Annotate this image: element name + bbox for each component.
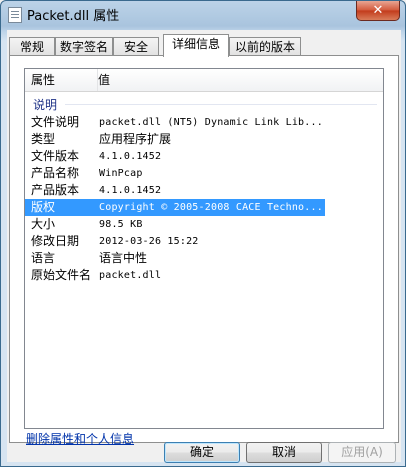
property-name: 类型 [31, 132, 56, 146]
tab-previous-versions[interactable]: 以前的版本 [229, 37, 301, 56]
list-row[interactable]: 修改日期 2012-03-26 15:22 [25, 233, 325, 250]
close-icon: ✕ [372, 3, 384, 18]
list-row[interactable]: 产品名称 WinPcap [25, 165, 325, 182]
ok-button[interactable]: 确定 [164, 442, 240, 463]
property-value: Copyright © 2005-2008 CACE Techno... [99, 202, 321, 213]
property-value: 语言中性 [99, 251, 148, 265]
cancel-button[interactable]: 取消 [246, 442, 322, 463]
list-row[interactable]: 原始文件名 packet.dll [25, 267, 325, 284]
title-bar[interactable]: Packet.dll 属性 ✕ [1, 1, 405, 29]
property-name: 产品版本 [31, 183, 80, 197]
details-list[interactable]: 属性 值 说明 文件说明 packet.dll (NT5) Dynamic Li… [24, 68, 384, 429]
property-value: 98.5 KB [99, 219, 143, 230]
list-row[interactable]: 类型 应用程序扩展 [25, 131, 325, 148]
list-header: 属性 值 [25, 69, 383, 92]
property-name: 大小 [31, 217, 56, 231]
tab-general[interactable]: 常规 [9, 37, 55, 56]
close-button[interactable]: ✕ [356, 1, 400, 21]
dialog-client: 常规 数字签名 安全 详细信息 以前的版本 属性 值 说明 文件说明 packe… [7, 30, 401, 463]
list-row-selected[interactable]: 版权 Copyright © 2005-2008 CACE Techno... [25, 199, 325, 216]
property-name: 文件说明 [31, 115, 80, 129]
tab-details[interactable]: 详细信息 [163, 34, 229, 57]
property-name: 版权 [31, 200, 56, 214]
list-row[interactable]: 产品版本 4.1.0.1452 [25, 182, 325, 199]
window-title: Packet.dll 属性 [27, 9, 120, 24]
details-panel: 属性 值 说明 文件说明 packet.dll (NT5) Dynamic Li… [9, 55, 399, 446]
group-header-description: 说明 [33, 98, 58, 112]
group-divider [65, 104, 377, 105]
remove-properties-link[interactable]: 删除属性和个人信息 [26, 430, 134, 447]
properties-window: Packet.dll 属性 ✕ 常规 数字签名 安全 详细信息 以前的版本 属性… [0, 0, 406, 467]
property-name: 文件版本 [31, 149, 80, 163]
list-row[interactable]: 大小 98.5 KB [25, 216, 325, 233]
tab-security[interactable]: 安全 [113, 37, 159, 56]
list-row[interactable]: 语言 语言中性 [25, 250, 325, 267]
column-header-value[interactable]: 值 [92, 69, 378, 91]
property-name: 产品名称 [31, 166, 80, 180]
file-icon [8, 7, 22, 23]
property-value: 应用程序扩展 [99, 132, 172, 146]
property-value: packet.dll (NT5) Dynamic Link Lib... [99, 117, 321, 128]
property-name: 修改日期 [31, 234, 80, 248]
property-name: 原始文件名 [31, 268, 92, 282]
property-value: 4.1.0.1452 [99, 151, 162, 162]
list-row[interactable]: 文件说明 packet.dll (NT5) Dynamic Link Lib..… [25, 114, 325, 131]
tab-digital-signatures[interactable]: 数字签名 [55, 37, 113, 56]
property-value: packet.dll [99, 270, 162, 281]
list-row[interactable]: 文件版本 4.1.0.1452 [25, 148, 325, 165]
property-value: 2012-03-26 15:22 [99, 236, 199, 247]
property-name: 语言 [31, 251, 56, 265]
property-value: WinPcap [99, 168, 143, 179]
column-header-property[interactable]: 属性 [25, 69, 98, 91]
apply-button[interactable]: 应用(A) [328, 442, 396, 463]
property-value: 4.1.0.1452 [99, 185, 162, 196]
